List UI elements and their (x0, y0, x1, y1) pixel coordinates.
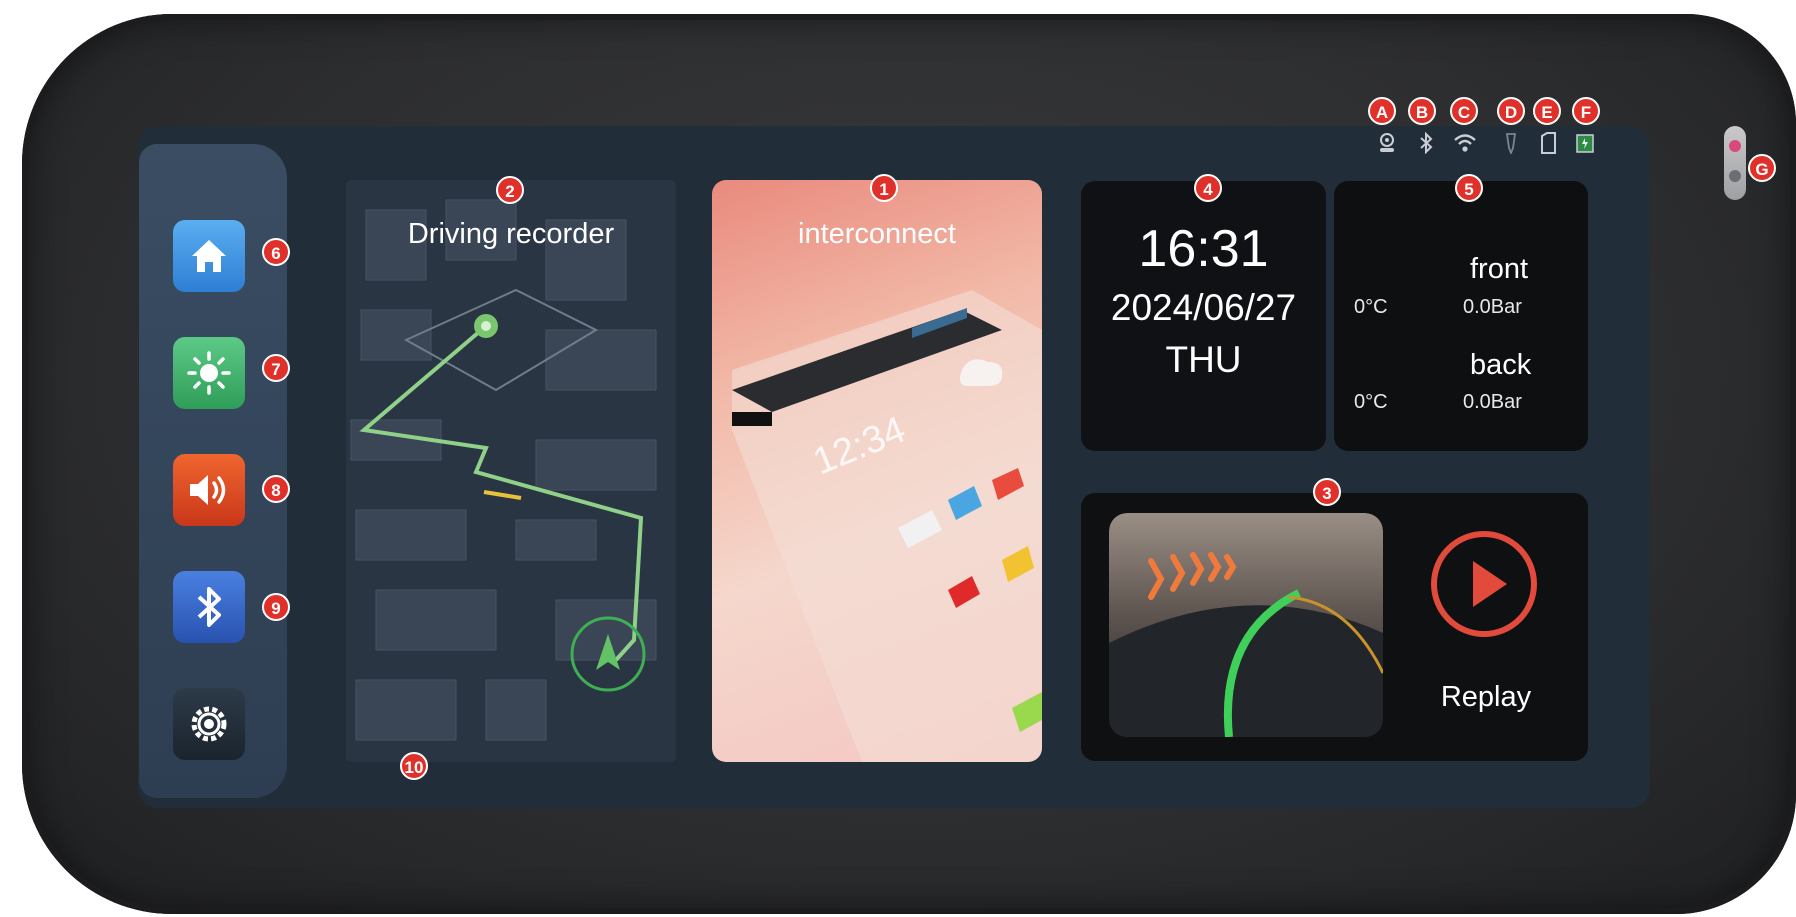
road-preview (1109, 513, 1383, 737)
marker-6: 6 (262, 238, 290, 266)
interconnect-title: interconnect (798, 218, 956, 250)
driving-recorder-card[interactable]: Driving recorder (346, 180, 676, 762)
marker-8: 8 (262, 475, 290, 503)
marker-10: 10 (400, 752, 428, 780)
marker-b: B (1408, 97, 1436, 125)
marker-c: C (1450, 97, 1478, 125)
tire-back-temp: 0°C (1354, 391, 1388, 413)
marker-3: 3 (1313, 478, 1341, 506)
volume-button[interactable] (173, 454, 245, 526)
marker-g: G (1748, 154, 1776, 182)
tire-front-temp: 0°C (1354, 296, 1388, 318)
clock-card: 16:31 2024/06/27 THU (1081, 181, 1326, 451)
sd-card-icon (1537, 132, 1559, 154)
marker-4: 4 (1194, 174, 1222, 202)
replay-label: Replay (1440, 681, 1532, 713)
pen-icon (1500, 132, 1522, 156)
play-icon[interactable] (1429, 529, 1539, 639)
tire-back-label: back (1470, 349, 1532, 381)
map-view (346, 180, 676, 762)
clock-date: 2024/06/27 (1110, 287, 1297, 328)
brightness-icon (187, 351, 231, 395)
driving-recorder-title: Driving recorder (407, 218, 615, 250)
interconnect-card[interactable]: 12:34 interconnect (712, 180, 1042, 762)
marker-2: 2 (496, 176, 524, 204)
marker-f: F (1572, 97, 1600, 125)
bluetooth-icon (1415, 131, 1437, 155)
gear-icon (191, 706, 227, 742)
battery-icon (1574, 132, 1596, 154)
marker-d: D (1497, 97, 1525, 125)
marker-7: 7 (262, 354, 290, 382)
marker-5: 5 (1455, 174, 1483, 202)
replay-card[interactable]: Replay (1081, 493, 1588, 761)
marker-9: 9 (262, 593, 290, 621)
marker-e: E (1533, 97, 1561, 125)
bluetooth-button-icon (197, 587, 221, 627)
wifi-icon (1453, 132, 1476, 154)
tire-pressure-card: front 0°C 0.0Bar back 0°C 0.0Bar (1334, 181, 1588, 451)
indicator-light (1724, 126, 1746, 200)
tire-back-pressure: 0.0Bar (1463, 391, 1522, 413)
settings-button[interactable] (173, 688, 245, 760)
volume-icon (190, 475, 226, 505)
marker-1: 1 (870, 174, 898, 202)
marker-a: A (1368, 97, 1396, 125)
phone-illustration (732, 290, 1042, 762)
bluetooth-button[interactable] (173, 571, 245, 643)
tire-front-pressure: 0.0Bar (1463, 296, 1522, 318)
clock-time: 16:31 (1138, 220, 1269, 278)
clock-day: THU (1165, 339, 1242, 380)
home-button[interactable] (173, 220, 245, 292)
home-icon (192, 240, 226, 272)
brightness-button[interactable] (173, 337, 245, 409)
tire-front-label: front (1470, 253, 1529, 285)
gps-icon (1376, 132, 1398, 154)
